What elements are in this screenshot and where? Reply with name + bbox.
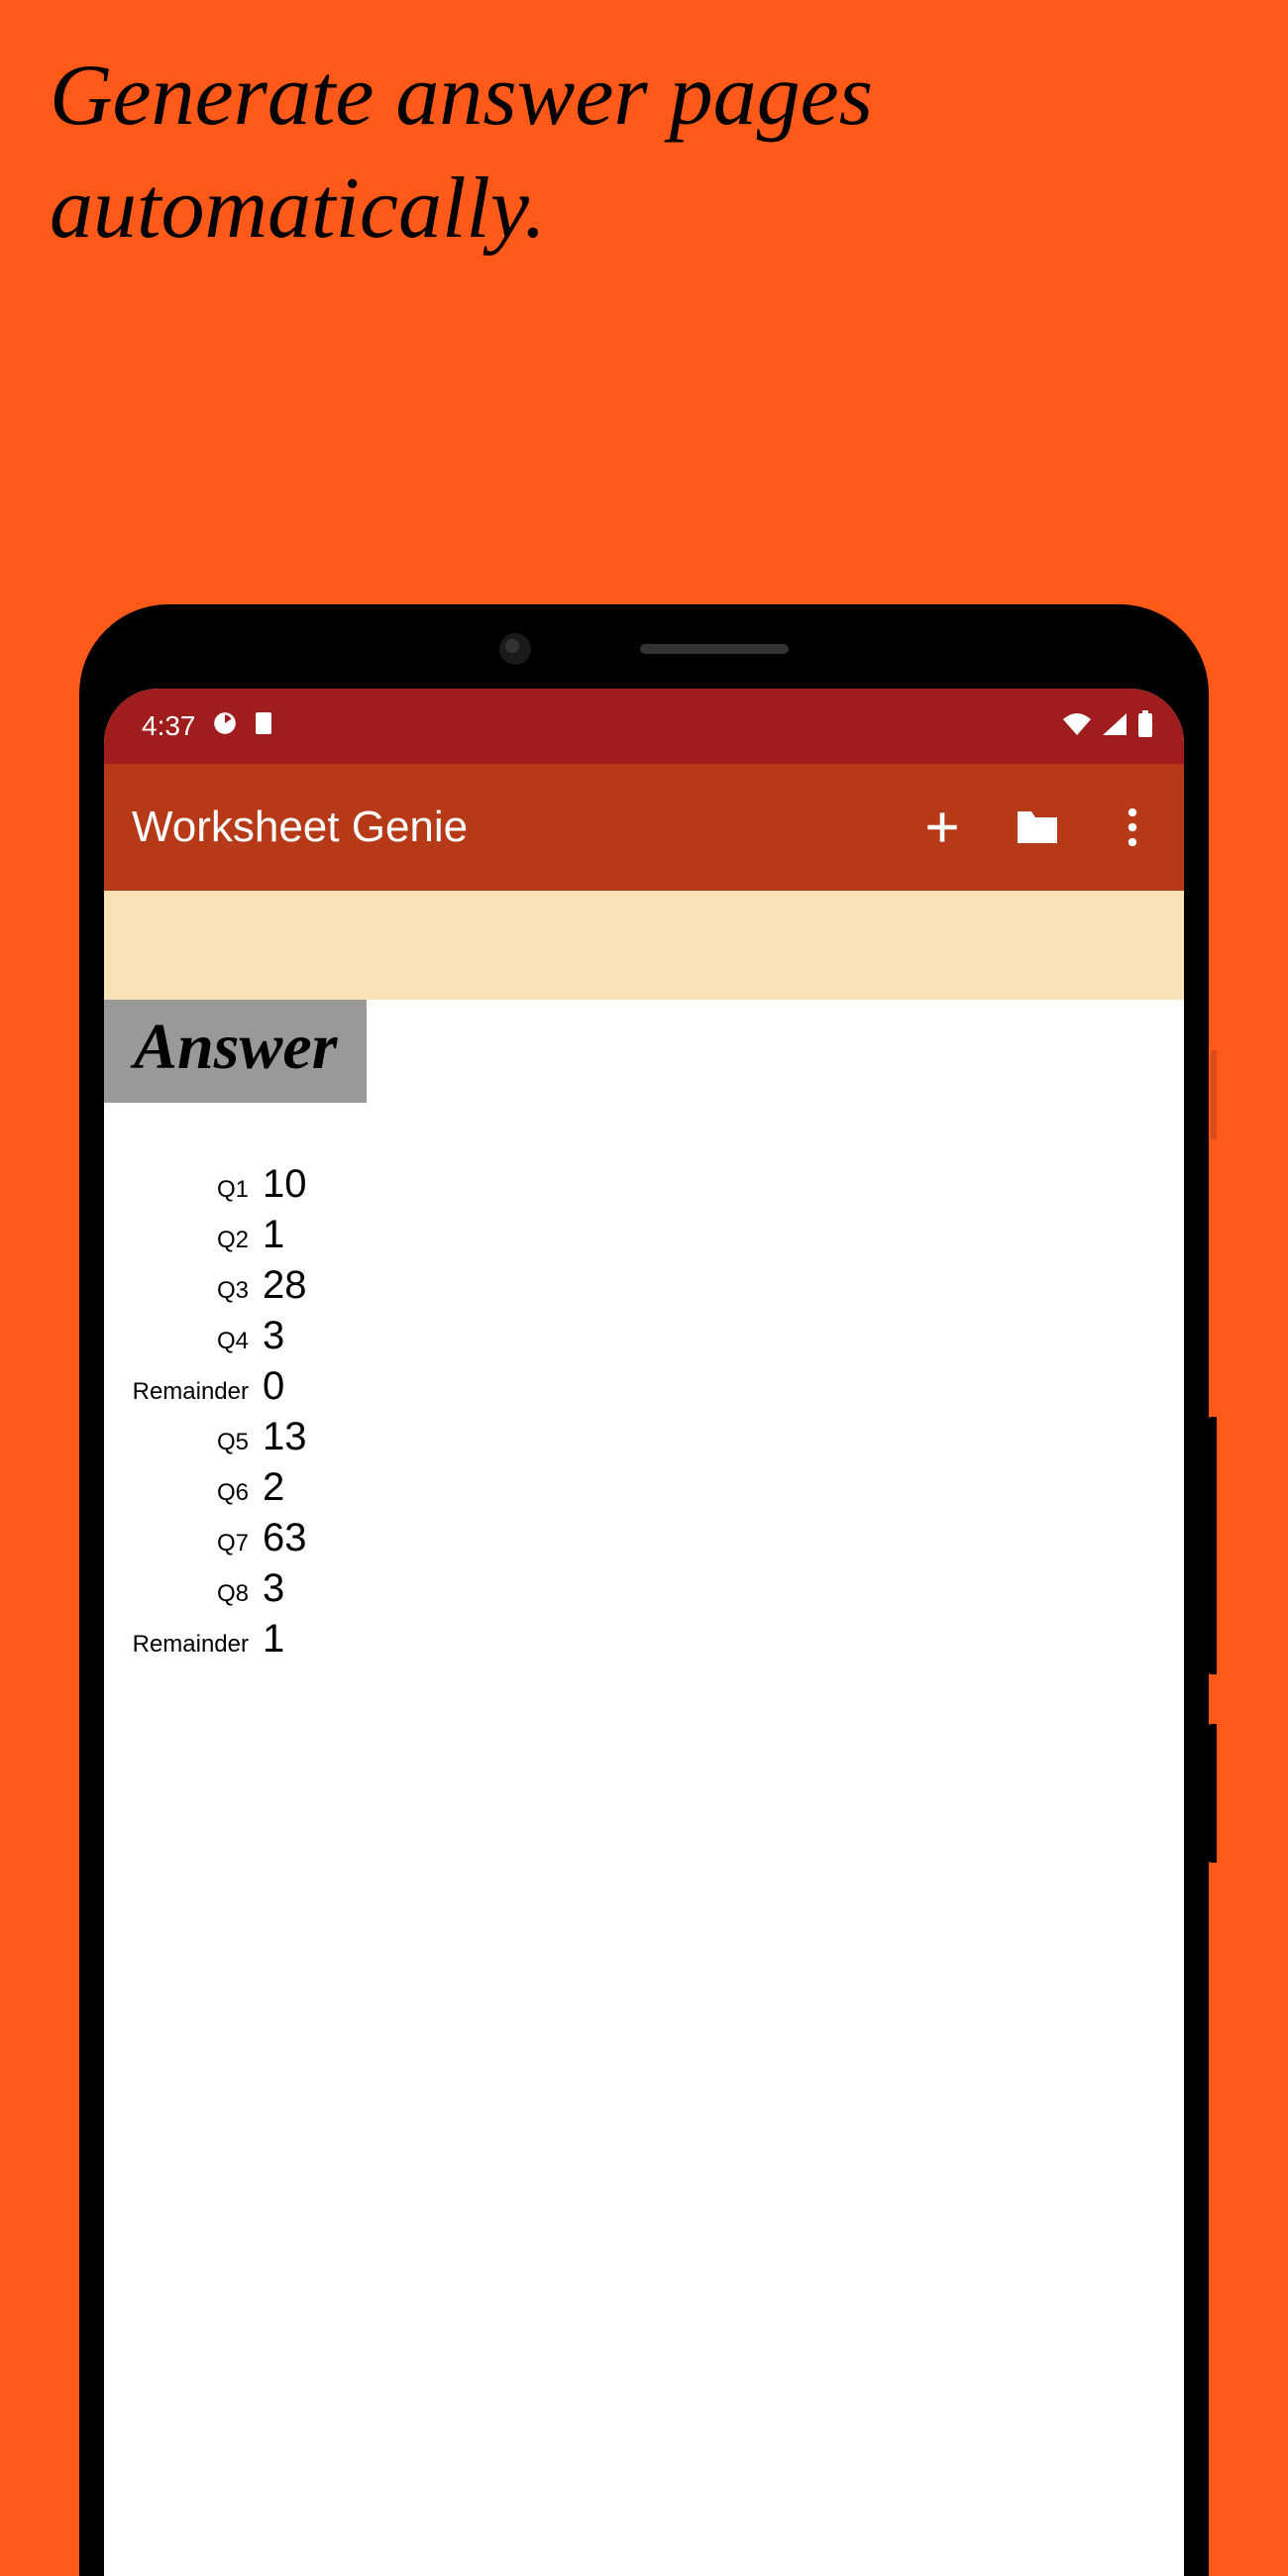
answer-label: Remainder bbox=[114, 1378, 263, 1406]
marketing-tagline: Generate answer pages automatically. bbox=[50, 40, 1288, 267]
answer-label: Q5 bbox=[114, 1429, 263, 1456]
app-title: Worksheet Genie bbox=[132, 803, 918, 852]
answer-row: Q7 63 bbox=[114, 1516, 1184, 1560]
answer-value: 0 bbox=[263, 1364, 284, 1409]
notification-icon bbox=[212, 710, 238, 743]
answer-section-header: Answer bbox=[104, 1000, 367, 1103]
status-bar-right bbox=[1061, 710, 1154, 743]
answer-header-text: Answer bbox=[134, 1011, 337, 1083]
more-vert-icon bbox=[1127, 807, 1137, 847]
toolbar-strip bbox=[104, 891, 1184, 1000]
answer-value: 3 bbox=[263, 1566, 284, 1611]
more-options-button[interactable] bbox=[1109, 804, 1156, 851]
answer-value: 1 bbox=[263, 1213, 284, 1257]
answer-row: Q6 2 bbox=[114, 1465, 1184, 1510]
phone-side-accent bbox=[1211, 1050, 1217, 1139]
answer-label: Remainder bbox=[114, 1631, 263, 1659]
plus-icon bbox=[920, 805, 964, 849]
app-bar-actions bbox=[918, 804, 1156, 851]
add-button[interactable] bbox=[918, 804, 966, 851]
answer-value: 3 bbox=[263, 1314, 284, 1358]
battery-icon bbox=[1136, 710, 1154, 743]
answer-value: 63 bbox=[263, 1516, 307, 1560]
answer-label: Q1 bbox=[114, 1176, 263, 1204]
answer-value: 10 bbox=[263, 1162, 307, 1207]
answer-value: 28 bbox=[263, 1263, 307, 1308]
answer-value: 13 bbox=[263, 1415, 307, 1459]
answer-row: Q3 28 bbox=[114, 1263, 1184, 1308]
answer-row: Q8 3 bbox=[114, 1566, 1184, 1611]
status-bar-left: 4:37 bbox=[134, 710, 273, 743]
wifi-icon bbox=[1061, 711, 1093, 742]
speaker-icon bbox=[640, 644, 789, 654]
phone-notch bbox=[104, 629, 1184, 669]
answer-row: Q4 3 bbox=[114, 1314, 1184, 1358]
answer-label: Q6 bbox=[114, 1479, 263, 1507]
folder-icon bbox=[1014, 807, 1061, 847]
answer-row: Remainder 1 bbox=[114, 1617, 1184, 1662]
answer-value: 2 bbox=[263, 1465, 284, 1510]
answers-list: Q1 10 Q2 1 Q3 28 Q4 3 Remainder 0 bbox=[114, 1162, 1184, 1662]
answer-label: Q3 bbox=[114, 1277, 263, 1305]
answer-label: Q4 bbox=[114, 1328, 263, 1355]
phone-screen: 4:37 bbox=[104, 689, 1184, 2576]
content-area[interactable]: Answer Q1 10 Q2 1 Q3 28 Q4 3 bbox=[104, 1000, 1184, 2576]
answer-row: Q2 1 bbox=[114, 1213, 1184, 1257]
status-time: 4:37 bbox=[142, 710, 196, 742]
answer-label: Q2 bbox=[114, 1227, 263, 1254]
answer-label: Q7 bbox=[114, 1530, 263, 1557]
answer-row: Q1 10 bbox=[114, 1162, 1184, 1207]
status-bar: 4:37 bbox=[104, 689, 1184, 764]
answer-value: 1 bbox=[263, 1617, 284, 1662]
folder-button[interactable] bbox=[1014, 804, 1061, 851]
answer-row: Remainder 0 bbox=[114, 1364, 1184, 1409]
phone-frame: 4:37 bbox=[79, 604, 1209, 2576]
app-bar: Worksheet Genie bbox=[104, 764, 1184, 891]
sim-icon bbox=[254, 710, 273, 743]
answer-label: Q8 bbox=[114, 1580, 263, 1608]
camera-icon bbox=[499, 633, 531, 665]
answer-row: Q5 13 bbox=[114, 1415, 1184, 1459]
signal-icon bbox=[1101, 711, 1128, 742]
